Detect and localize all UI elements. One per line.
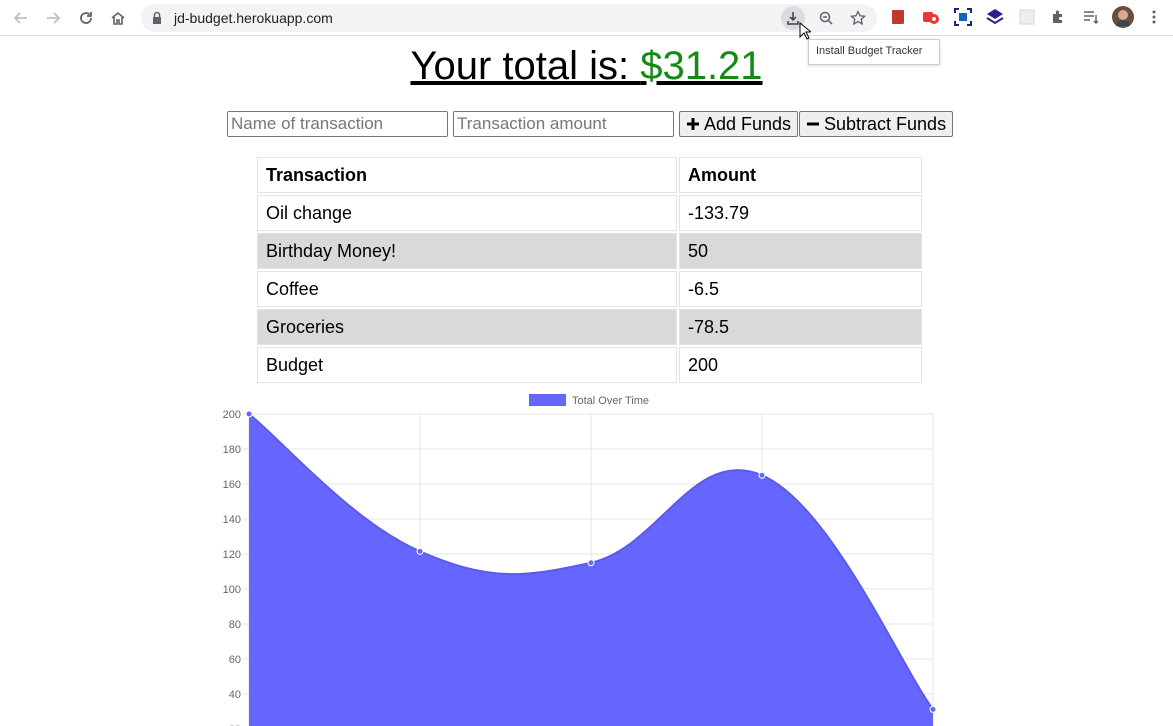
legend-label: Total Over Time — [572, 395, 649, 407]
extension-record-icon[interactable] — [922, 8, 940, 26]
install-tooltip: Install Budget Tracker — [808, 39, 940, 65]
transactions-table: Transaction Amount Oil change -133.79 Bi… — [255, 155, 924, 385]
transaction-name: Groceries — [257, 309, 677, 345]
y-tick-label: 200 — [223, 409, 241, 421]
legend-swatch — [529, 394, 566, 406]
column-header-transaction: Transaction — [257, 157, 677, 193]
transaction-name: Budget — [257, 347, 677, 383]
url-text: jd-budget.herokuapp.com — [174, 10, 333, 26]
extension-layers-icon[interactable] — [986, 8, 1004, 26]
table-row: Oil change -133.79 — [257, 195, 922, 231]
y-tick-label: 40 — [229, 689, 241, 701]
column-header-amount: Amount — [679, 157, 922, 193]
extension-red-book-icon[interactable] — [889, 8, 907, 26]
transaction-name-input[interactable] — [227, 111, 448, 137]
subtract-funds-button[interactable]: Subtract Funds — [799, 111, 954, 137]
menu-kebab-icon[interactable] — [1145, 8, 1163, 26]
add-funds-button[interactable]: Add Funds — [679, 111, 799, 137]
page-title: Your total is: $31.21 — [0, 42, 1173, 90]
transaction-amount: 200 — [679, 347, 922, 383]
table-header-row: Transaction Amount — [257, 157, 922, 193]
transaction-amount-input[interactable] — [453, 111, 674, 137]
zoom-icon[interactable] — [814, 6, 838, 30]
y-tick-label: 140 — [223, 514, 241, 526]
extensions-puzzle-icon[interactable] — [1049, 8, 1067, 26]
table-row: Budget 200 — [257, 347, 922, 383]
table-row: Groceries -78.5 — [257, 309, 922, 345]
reload-icon[interactable] — [74, 6, 98, 30]
transaction-name: Coffee — [257, 271, 677, 307]
total-amount: $31.21 — [640, 44, 763, 88]
y-tick-label: 180 — [223, 444, 241, 456]
transaction-amount: -6.5 — [679, 271, 922, 307]
back-icon[interactable] — [9, 6, 33, 30]
minus-icon — [807, 122, 819, 126]
avatar[interactable] — [1112, 6, 1134, 28]
data-point — [245, 410, 253, 418]
extension-blank-icon[interactable] — [1018, 8, 1036, 26]
table-row: Birthday Money! 50 — [257, 233, 922, 269]
total-label: Your total is: — [410, 44, 641, 88]
bookmark-star-icon[interactable] — [846, 6, 870, 30]
add-funds-label: Add Funds — [704, 113, 792, 134]
subtract-funds-label: Subtract Funds — [824, 113, 947, 134]
transaction-amount: -78.5 — [679, 309, 922, 345]
reading-list-icon[interactable] — [1082, 8, 1100, 26]
data-point — [587, 559, 595, 567]
home-icon[interactable] — [106, 6, 130, 30]
y-tick-label: 160 — [223, 479, 241, 491]
data-point — [758, 471, 766, 479]
address-bar[interactable]: jd-budget.herokuapp.com — [141, 4, 877, 32]
transaction-amount: 50 — [679, 233, 922, 269]
lock-icon — [151, 11, 163, 30]
transaction-name: Oil change — [257, 195, 677, 231]
browser-toolbar: jd-budget.herokuapp.com — [0, 0, 1173, 36]
y-tick-label: 120 — [223, 549, 241, 561]
y-tick-label: 100 — [223, 584, 241, 596]
extension-scan-icon[interactable] — [954, 8, 972, 26]
mouse-cursor-icon — [799, 22, 811, 40]
plus-icon — [687, 118, 699, 130]
y-tick-label: 60 — [229, 654, 241, 666]
data-point — [416, 547, 424, 555]
transaction-amount: -133.79 — [679, 195, 922, 231]
total-over-time-chart: 20018016014012010080604020Total Over Tim… — [223, 394, 937, 726]
forward-icon[interactable] — [41, 6, 65, 30]
y-tick-label: 80 — [229, 619, 241, 631]
table-row: Coffee -6.5 — [257, 271, 922, 307]
data-point — [929, 705, 937, 713]
transaction-name: Birthday Money! — [257, 233, 677, 269]
